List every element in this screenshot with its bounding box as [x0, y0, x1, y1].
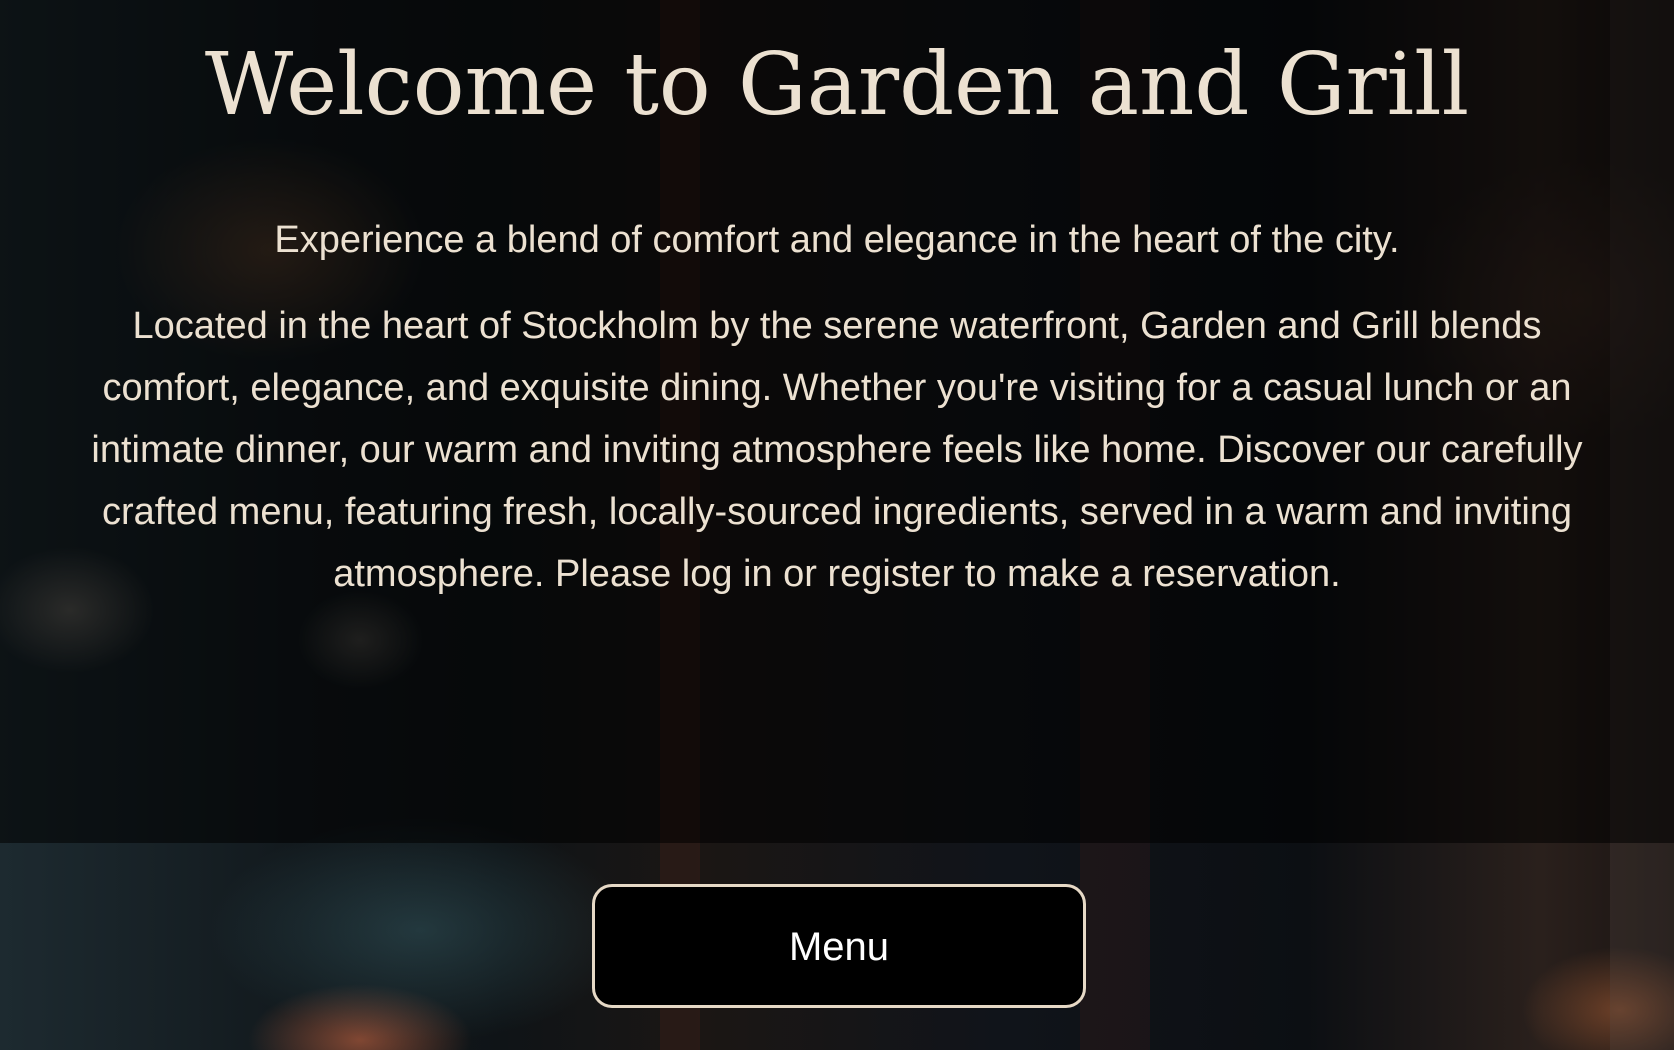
- hero-tagline: Experience a blend of comfort and elegan…: [274, 219, 1400, 261]
- page-title: Welcome to Garden and Grill: [204, 35, 1470, 135]
- hero-description: Located in the heart of Stockholm by the…: [91, 305, 1583, 595]
- menu-button[interactable]: Menu: [592, 884, 1086, 1008]
- hero-section: Welcome to Garden and Grill Experience a…: [0, 0, 1674, 843]
- restaurant-landing-page: Welcome to Garden and Grill Experience a…: [0, 0, 1674, 1050]
